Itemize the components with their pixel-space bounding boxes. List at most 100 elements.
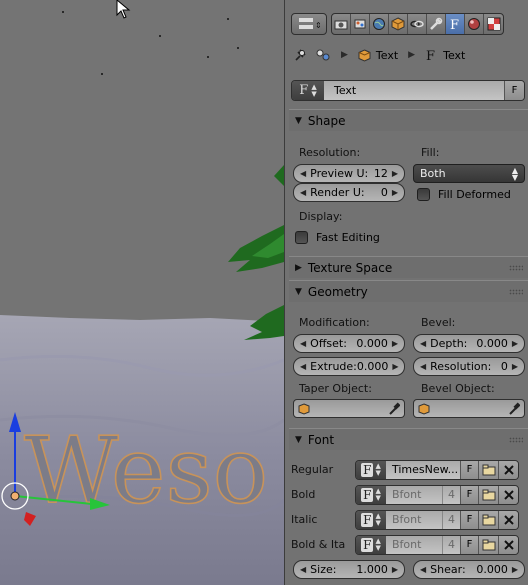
font-name-field[interactable]: Bfont bbox=[386, 485, 442, 504]
properties-editor-icon[interactable]: ⇕ bbox=[292, 14, 326, 34]
eyedropper-icon[interactable] bbox=[388, 401, 400, 416]
expanded-triangle-icon: ▼ bbox=[295, 286, 302, 297]
svg-text:F: F bbox=[426, 49, 435, 62]
bevel-object-field[interactable] bbox=[413, 399, 525, 418]
render-icon[interactable] bbox=[332, 14, 351, 34]
unlink-x-icon[interactable] bbox=[498, 460, 518, 479]
offset-field[interactable]: ◀ Offset: 0.000 ▶ bbox=[293, 334, 405, 353]
preview-u-label: Preview U: bbox=[310, 167, 369, 180]
decrement-arrow-icon[interactable]: ◀ bbox=[300, 339, 306, 348]
unlink-x-icon[interactable] bbox=[498, 510, 518, 529]
depth-field[interactable]: ◀ Depth: 0.000 ▶ bbox=[413, 334, 525, 353]
editor-type-selector[interactable]: ⇕ bbox=[291, 13, 327, 35]
preview-u-value: 12 bbox=[373, 167, 388, 180]
object-icon[interactable] bbox=[389, 14, 408, 34]
resolution-label: Resolution: bbox=[299, 146, 361, 159]
modifiers-icon[interactable] bbox=[427, 14, 446, 34]
bevel-resolution-value: 0 bbox=[500, 360, 508, 373]
font-file-icon: F bbox=[361, 487, 374, 502]
open-file-icon[interactable] bbox=[478, 460, 498, 479]
scene-icon[interactable] bbox=[351, 14, 370, 34]
fake-user-button[interactable]: F bbox=[460, 485, 478, 504]
decrement-arrow-icon[interactable]: ◀ bbox=[300, 169, 306, 178]
datablock-name-field[interactable]: Text bbox=[324, 81, 504, 100]
increment-arrow-icon[interactable]: ▶ bbox=[392, 169, 398, 178]
constraints-icon[interactable] bbox=[408, 14, 427, 34]
font-browse-button[interactable]: F ▲ ▼ bbox=[356, 460, 386, 479]
texture-space-panel-header[interactable]: ▶ Texture Space bbox=[289, 256, 528, 278]
unlink-x-icon[interactable] bbox=[498, 535, 518, 554]
fake-user-button[interactable]: F bbox=[460, 535, 478, 554]
increment-arrow-icon[interactable]: ▶ bbox=[512, 362, 518, 371]
scene-data-icon bbox=[315, 48, 331, 62]
font-name-field[interactable]: Bfont bbox=[386, 510, 442, 529]
3d-viewport[interactable]: Weso bbox=[0, 0, 284, 585]
data-font-icon[interactable]: F bbox=[446, 14, 465, 34]
bevel-resolution-field[interactable]: ◀ Resolution: 0 ▶ bbox=[413, 357, 525, 376]
decrement-arrow-icon[interactable]: ◀ bbox=[300, 565, 306, 574]
geometry-panel-header[interactable]: ▼ Geometry bbox=[289, 280, 528, 302]
open-file-icon[interactable] bbox=[478, 535, 498, 554]
extrude-field[interactable]: ◀ Extrude: 0.000 ▶ bbox=[293, 357, 405, 376]
font-selector: F ▲ ▼ Bfont 4 F bbox=[355, 534, 519, 555]
breadcrumb-data[interactable]: F Text bbox=[425, 48, 465, 63]
render-u-field[interactable]: ◀ Render U: 0 ▶ bbox=[293, 183, 405, 202]
fill-mode-dropdown[interactable]: Both ▲ ▼ bbox=[413, 164, 525, 183]
font-row-label: Bold bbox=[291, 488, 316, 501]
increment-arrow-icon[interactable]: ▶ bbox=[512, 339, 518, 348]
checkbox-box[interactable] bbox=[295, 231, 308, 244]
texture-icon[interactable] bbox=[484, 14, 503, 34]
eyedropper-icon[interactable] bbox=[508, 401, 520, 416]
material-icon[interactable] bbox=[465, 14, 484, 34]
open-file-icon[interactable] bbox=[478, 510, 498, 529]
decrement-arrow-icon[interactable]: ◀ bbox=[420, 565, 426, 574]
decrement-arrow-icon[interactable]: ◀ bbox=[420, 339, 426, 348]
taper-object-field[interactable] bbox=[293, 399, 405, 418]
decrement-arrow-icon[interactable]: ◀ bbox=[300, 362, 306, 371]
open-file-icon[interactable] bbox=[478, 485, 498, 504]
font-size-field[interactable]: ◀ Size: 1.000 ▶ bbox=[293, 560, 405, 579]
increment-arrow-icon[interactable]: ▶ bbox=[392, 362, 398, 371]
font-name-field[interactable]: TimesNew... bbox=[386, 460, 460, 479]
expanded-triangle-icon: ▼ bbox=[295, 115, 302, 126]
shear-field[interactable]: ◀ Shear: 0.000 ▶ bbox=[413, 560, 525, 579]
decrement-arrow-icon[interactable]: ◀ bbox=[420, 362, 426, 371]
breadcrumb-object[interactable]: Text bbox=[358, 49, 398, 62]
decrement-arrow-icon[interactable]: ◀ bbox=[300, 188, 306, 197]
font-panel-header[interactable]: ▼ Font bbox=[289, 428, 528, 450]
object-cube-icon bbox=[358, 48, 371, 62]
font-row-label: Bold & Ita bbox=[291, 538, 346, 551]
world-icon[interactable] bbox=[370, 14, 389, 34]
increment-arrow-icon[interactable]: ▶ bbox=[392, 188, 398, 197]
text-object[interactable]: Weso bbox=[23, 416, 269, 525]
fake-user-button[interactable]: F bbox=[504, 81, 524, 100]
drag-grip-icon[interactable] bbox=[509, 289, 523, 295]
font-browse-button[interactable]: F ▲ ▼ bbox=[356, 485, 386, 504]
font-data-icon: F bbox=[426, 49, 435, 62]
taper-object-label: Taper Object: bbox=[299, 382, 372, 395]
font-file-icon: F bbox=[361, 537, 374, 552]
preview-u-field[interactable]: ◀ Preview U: 12 ▶ bbox=[293, 164, 405, 183]
font-name-field[interactable]: Bfont bbox=[386, 535, 442, 554]
pin-icon[interactable] bbox=[293, 48, 307, 62]
increment-arrow-icon[interactable]: ▶ bbox=[512, 565, 518, 574]
fake-user-button[interactable]: F bbox=[460, 510, 478, 529]
modification-label: Modification: bbox=[299, 316, 370, 329]
unlink-x-icon[interactable] bbox=[498, 485, 518, 504]
drag-grip-icon[interactable] bbox=[509, 265, 523, 271]
fill-deformed-checkbox[interactable]: Fill Deformed bbox=[417, 188, 511, 201]
drag-grip-icon[interactable] bbox=[509, 437, 523, 443]
font-browse-button[interactable]: F ▲ ▼ bbox=[356, 510, 386, 529]
increment-arrow-icon[interactable]: ▶ bbox=[392, 339, 398, 348]
shape-panel-header[interactable]: ▼ Shape bbox=[289, 109, 528, 131]
fast-editing-checkbox[interactable]: Fast Editing bbox=[295, 231, 380, 244]
checkbox-box[interactable] bbox=[417, 188, 430, 201]
fake-user-button[interactable]: F bbox=[460, 460, 478, 479]
datablock-selector: F ▲ ▼ Text F bbox=[291, 80, 525, 101]
font-glyph-icon: F bbox=[299, 83, 309, 98]
datablock-browse-button[interactable]: F ▲ ▼ bbox=[292, 81, 324, 100]
increment-arrow-icon[interactable]: ▶ bbox=[392, 565, 398, 574]
font-row-label: Regular bbox=[291, 463, 334, 476]
properties-tab-bar: ⇕ F bbox=[291, 13, 508, 35]
font-browse-button[interactable]: F ▲ ▼ bbox=[356, 535, 386, 554]
